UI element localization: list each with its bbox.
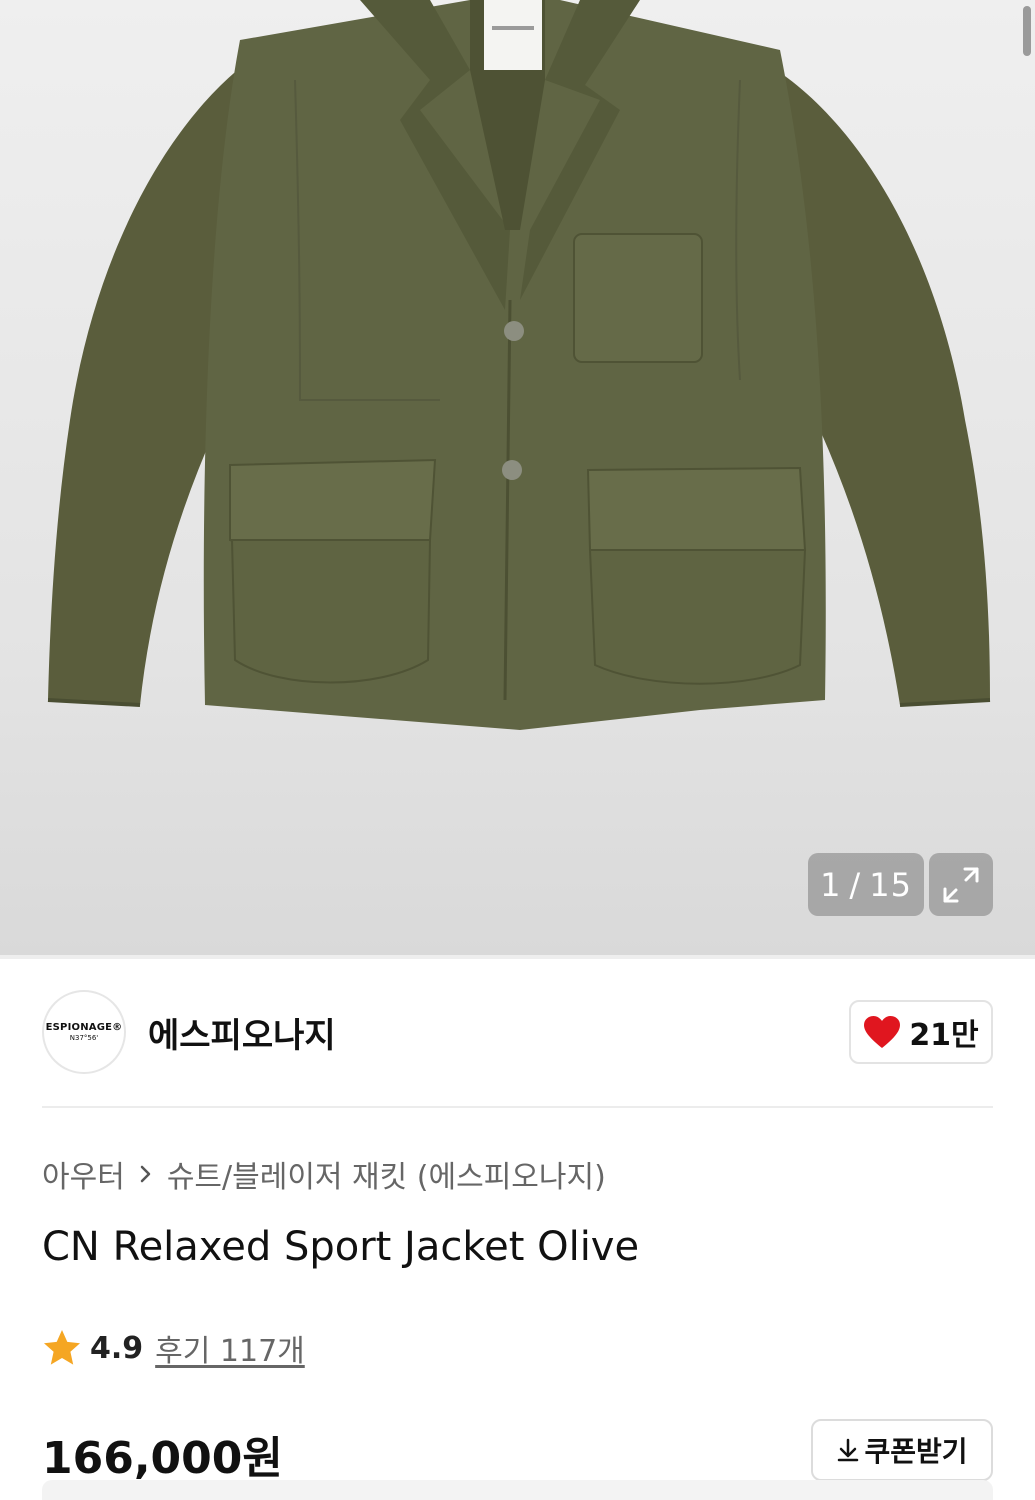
download-icon [838, 1438, 859, 1462]
image-counter-current: 1 [820, 865, 842, 904]
rating-summary: 4.9 후기 117개 [42, 1326, 305, 1370]
image-counter-total: 15 [869, 865, 912, 904]
brand-logo-text: ESPIONAGE® [45, 1022, 123, 1033]
product-detail-page: 1 / 15 ESPIONAGE® N37°56' 에스피오나지 21만 아우터 [0, 0, 1035, 1500]
image-counter: 1 / 15 [808, 853, 924, 916]
product-image [47, 0, 991, 730]
coupon-label: 쿠폰받기 [864, 1435, 968, 1468]
brand-name-link[interactable]: 에스피오나지 [148, 1008, 336, 1057]
like-count: 21만 [909, 1018, 979, 1053]
product-image-gallery[interactable]: 1 / 15 [0, 0, 1035, 955]
image-counter-separator: / [849, 865, 862, 904]
expand-image-button[interactable] [929, 853, 993, 916]
product-title: CN Relaxed Sport Jacket Olive [42, 1224, 640, 1270]
reviews-link[interactable]: 후기 117개 [155, 1326, 305, 1370]
brand-logo-subtext: N37°56' [69, 1034, 99, 1042]
heart-icon [864, 1016, 901, 1048]
like-button[interactable]: 21만 [849, 1000, 993, 1064]
chevron-right-icon [139, 1163, 153, 1185]
breadcrumb-category[interactable]: 아우터 [42, 1152, 125, 1196]
section-divider [42, 1106, 993, 1108]
rating-score: 4.9 [90, 1330, 144, 1366]
breadcrumb-subcategory[interactable]: 슈트/블레이저 재킷 (에스피오나지) [167, 1152, 606, 1196]
get-coupon-button[interactable]: 쿠폰받기 [811, 1419, 993, 1481]
breadcrumb: 아우터 슈트/블레이저 재킷 (에스피오나지) [42, 1152, 606, 1196]
expand-icon [943, 867, 979, 902]
scrollbar[interactable] [1023, 6, 1031, 56]
gallery-divider [0, 955, 1035, 959]
brand-logo[interactable]: ESPIONAGE® N37°56' [42, 990, 126, 1074]
product-price: 166,000원 [42, 1433, 283, 1484]
next-section-panel [42, 1480, 993, 1500]
star-icon [44, 1330, 80, 1365]
